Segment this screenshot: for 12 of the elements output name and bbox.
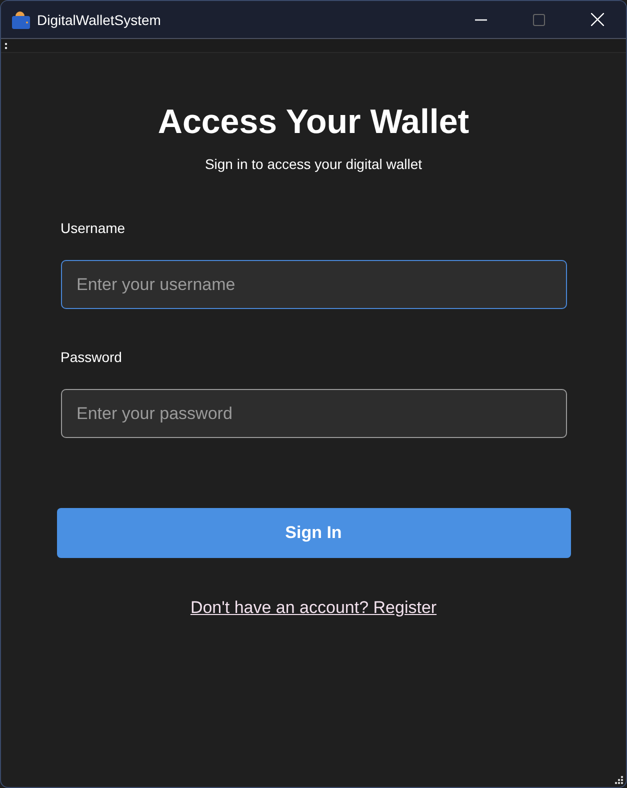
window-title: DigitalWalletSystem xyxy=(37,12,162,28)
wallet-icon xyxy=(11,10,31,30)
field-label: Username xyxy=(60,220,126,236)
input-field[interactable]: Enter your username xyxy=(60,260,566,309)
page-subheading: Sign in to access your digital wallet xyxy=(204,156,422,172)
close-icon xyxy=(590,13,604,26)
resize-grip-icon xyxy=(615,776,624,785)
field-label: Password xyxy=(60,349,123,365)
register-link[interactable]: Don't have an account? Register xyxy=(190,598,437,618)
input-field[interactable]: Enter your password xyxy=(60,389,566,438)
maximize-icon xyxy=(533,14,545,26)
page-heading: Access Your Wallet xyxy=(158,103,470,142)
